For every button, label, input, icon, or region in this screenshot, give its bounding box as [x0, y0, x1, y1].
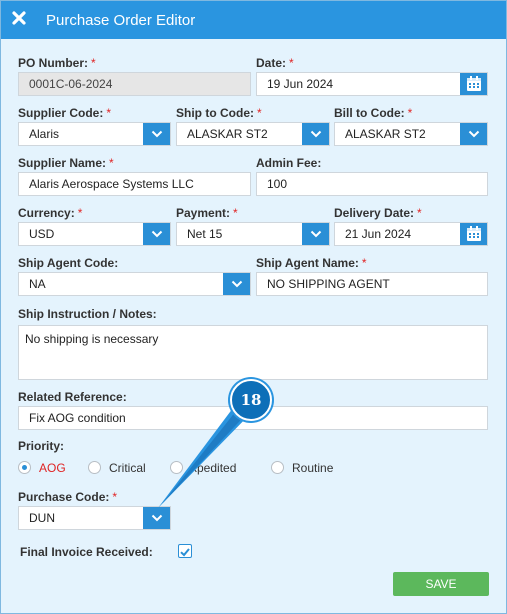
callout-pointer	[158, 404, 258, 508]
callout-badge: 18	[230, 379, 272, 421]
